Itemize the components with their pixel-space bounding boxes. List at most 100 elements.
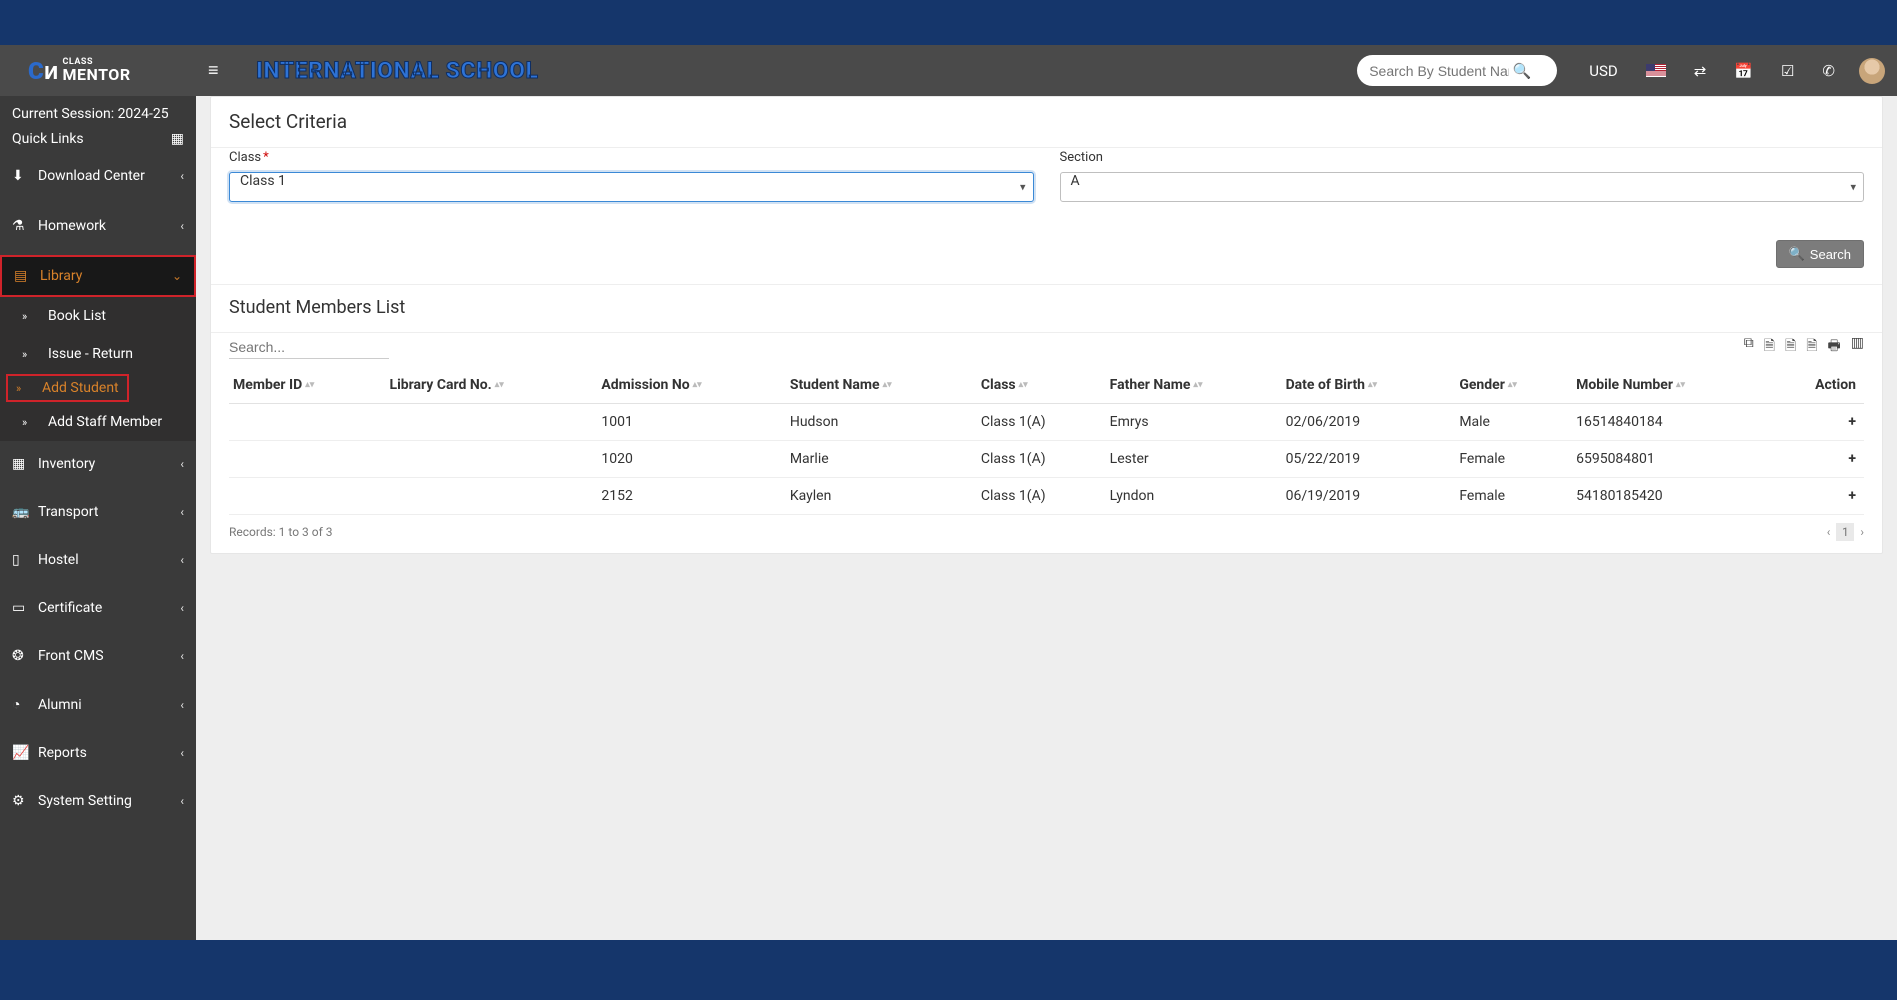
search-button[interactable]: 🔍 Search	[1776, 240, 1864, 268]
sidebar-item-library-highlight: ▤ Library ⌄	[0, 255, 196, 297]
col-mobile[interactable]: Mobile Number▴▾	[1572, 367, 1775, 404]
col-gender[interactable]: Gender▴▾	[1455, 367, 1572, 404]
sidebar-item-label: Inventory	[38, 456, 95, 472]
sidebar-item-add-student[interactable]: » Add Student	[6, 374, 129, 402]
sidebar-item-add-staff[interactable]: » Add Staff Member	[0, 403, 196, 441]
columns-icon[interactable]: ▥	[1851, 335, 1864, 359]
sort-icon[interactable]: ▴▾	[1193, 383, 1202, 388]
sort-icon[interactable]: ▴▾	[1368, 383, 1377, 388]
sidebar-item-label: Library	[40, 268, 82, 284]
book-icon: ▤	[14, 268, 34, 284]
cell-member-id	[229, 404, 386, 441]
sidebar-item-reports[interactable]: 📈 Reports ‹	[0, 734, 196, 772]
quick-links[interactable]: Quick Links ▦	[0, 127, 196, 157]
sidebar-item-label: Front CMS	[38, 648, 104, 664]
sort-icon[interactable]: ▴▾	[305, 383, 314, 388]
cell-gender: Female	[1455, 478, 1572, 515]
search-icon[interactable]: 🔍	[1509, 62, 1535, 80]
chevron-left-icon: ‹	[180, 698, 184, 712]
prev-page[interactable]: ‹	[1827, 525, 1831, 539]
grid-icon[interactable]: ▦	[171, 131, 184, 147]
sidebar-item-transport[interactable]: 🚌 Transport ‹	[0, 493, 196, 531]
csv-icon[interactable]: 🗎	[1785, 335, 1796, 359]
calendar-icon[interactable]: 📅	[1734, 62, 1753, 80]
sidebar-item-label: System Setting	[38, 793, 132, 809]
logo-text: CLASS MENTOR	[63, 58, 131, 83]
col-father[interactable]: Father Name▴▾	[1106, 367, 1282, 404]
sidebar-item-label: Download Center	[38, 168, 145, 184]
sidebar-item-homework[interactable]: ⚗ Homework ‹	[0, 207, 196, 245]
pdf-icon[interactable]: 🗎	[1806, 335, 1817, 359]
add-action[interactable]: +	[1775, 478, 1864, 515]
excel-icon[interactable]: 🗎	[1764, 335, 1775, 359]
currency-selector[interactable]: USD	[1589, 62, 1617, 80]
col-dob[interactable]: Date of Birth▴▾	[1282, 367, 1456, 404]
sidebar-item-alumni[interactable]: ◔ Alumni ‹	[0, 685, 196, 724]
sidebar-item-inventory[interactable]: ▦ Inventory ‹	[0, 445, 196, 483]
table-search-input[interactable]	[229, 336, 389, 359]
sort-icon[interactable]: ▴▾	[883, 383, 892, 388]
sort-icon[interactable]: ▴▾	[1676, 383, 1685, 388]
table-header-row: Member ID▴▾ Library Card No.▴▾ Admission…	[229, 367, 1864, 404]
sidebar-item-front-cms[interactable]: ❂ Front CMS ‹	[0, 637, 196, 675]
section-label: Section	[1060, 150, 1865, 165]
chevron-right-icon: »	[16, 382, 36, 395]
cell-admission: 1020	[597, 441, 785, 478]
cell-dob: 02/06/2019	[1282, 404, 1456, 441]
sidebar-item-certificate[interactable]: ▭ Certificate ‹	[0, 589, 196, 627]
sidebar-item-label: Issue - Return	[48, 346, 133, 362]
sidebar-item-system-setting[interactable]: ⚙ System Setting ‹	[0, 782, 196, 820]
avatar[interactable]	[1859, 58, 1885, 84]
section-select[interactable]: A	[1060, 172, 1865, 202]
sidebar-item-hostel[interactable]: ▯ Hostel ‹	[0, 541, 196, 579]
cell-card-no	[386, 441, 598, 478]
sort-icon[interactable]: ▴▾	[495, 383, 504, 388]
clock-icon: ◔	[12, 696, 32, 713]
swap-icon[interactable]: ⇄	[1694, 62, 1707, 80]
sort-icon[interactable]: ▴▾	[1019, 383, 1028, 388]
us-flag-icon	[1646, 64, 1666, 77]
add-action[interactable]: +	[1775, 404, 1864, 441]
language-flag[interactable]	[1646, 64, 1666, 77]
session-label: Current Session: 2024-25	[0, 96, 196, 127]
cell-father: Lester	[1106, 441, 1282, 478]
col-member-id[interactable]: Member ID▴▾	[229, 367, 386, 404]
sidebar-item-label: Homework	[38, 218, 106, 234]
sort-icon[interactable]: ▴▾	[693, 383, 702, 388]
student-table: Member ID▴▾ Library Card No.▴▾ Admission…	[229, 367, 1864, 515]
class-label: Class*	[229, 150, 1034, 165]
cell-admission: 2152	[597, 478, 785, 515]
select-criteria-title: Select Criteria	[211, 97, 1882, 147]
student-search[interactable]: 🔍	[1357, 55, 1557, 86]
whatsapp-icon[interactable]: ✆	[1822, 62, 1835, 80]
cell-class: Class 1(A)	[977, 404, 1106, 441]
student-list-title: Student Members List	[211, 284, 1882, 332]
copy-icon[interactable]: ⧉	[1744, 335, 1754, 359]
sidebar-item-book-list[interactable]: » Book List	[0, 297, 196, 335]
next-page[interactable]: ›	[1860, 525, 1864, 539]
col-student-name[interactable]: Student Name▴▾	[786, 367, 977, 404]
check-icon[interactable]: ☑	[1781, 62, 1794, 80]
table-row: 2152KaylenClass 1(A)Lyndon06/19/2019Fema…	[229, 478, 1864, 515]
flask-icon: ⚗	[12, 218, 32, 234]
chevron-left-icon: ‹	[180, 601, 184, 615]
col-card-no[interactable]: Library Card No.▴▾	[386, 367, 598, 404]
chevron-right-icon: »	[22, 310, 42, 323]
print-icon[interactable]: 🖶	[1828, 335, 1841, 359]
add-action[interactable]: +	[1775, 441, 1864, 478]
brand-logo[interactable]: Cᴎ CLASS MENTOR	[0, 45, 196, 96]
col-class[interactable]: Class▴▾	[977, 367, 1106, 404]
sort-icon[interactable]: ▴▾	[1508, 383, 1517, 388]
cell-dob: 06/19/2019	[1282, 478, 1456, 515]
sidebar-item-issue-return[interactable]: » Issue - Return	[0, 335, 196, 373]
table-row: 1020MarlieClass 1(A)Lester05/22/2019Fema…	[229, 441, 1864, 478]
sidebar-item-download-center[interactable]: ⬇ Download Center ‹	[0, 157, 196, 195]
page-1[interactable]: 1	[1836, 523, 1854, 541]
sidebar-item-label: Book List	[48, 308, 106, 324]
hamburger-icon[interactable]: ≡	[208, 60, 238, 81]
cell-mobile: 54180185420	[1572, 478, 1775, 515]
sidebar-item-library[interactable]: ▤ Library ⌄	[2, 257, 194, 295]
search-input[interactable]	[1369, 63, 1509, 79]
col-admission[interactable]: Admission No▴▾	[597, 367, 785, 404]
class-select[interactable]: Class 1	[229, 172, 1034, 202]
